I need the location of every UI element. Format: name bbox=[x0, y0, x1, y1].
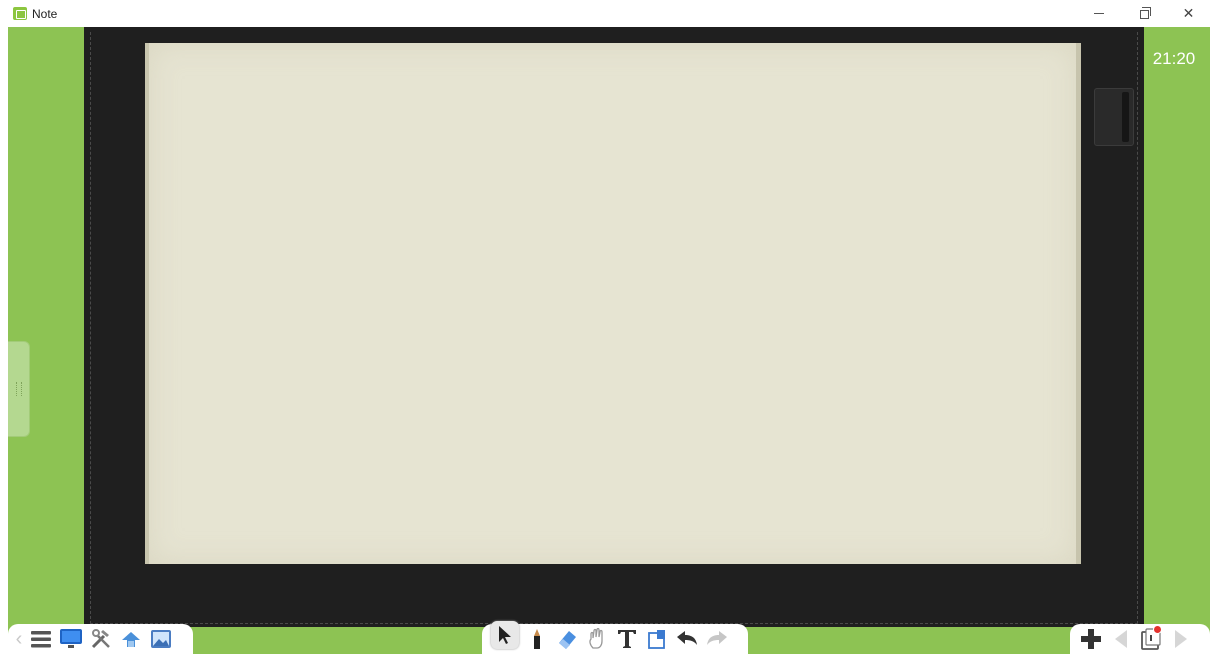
undo-button[interactable] bbox=[675, 627, 699, 651]
eraser-tool-button[interactable] bbox=[555, 627, 579, 651]
redo-icon bbox=[707, 631, 727, 645]
undo-icon bbox=[677, 631, 697, 645]
chevron-left-icon: ‹ bbox=[15, 627, 23, 650]
page-toolbar bbox=[1070, 624, 1210, 654]
main-menu-toolbar: ‹ bbox=[8, 624, 193, 654]
tools-button[interactable] bbox=[89, 627, 113, 651]
drawing-toolbar bbox=[482, 621, 748, 654]
notification-badge bbox=[1153, 625, 1162, 634]
restore-icon bbox=[1140, 7, 1151, 19]
eraser-icon bbox=[559, 631, 576, 649]
app-logo-icon bbox=[13, 7, 27, 20]
minimize-icon bbox=[1093, 13, 1104, 14]
window-title: Note bbox=[32, 7, 58, 21]
grip-icon bbox=[16, 382, 22, 396]
next-page-button[interactable] bbox=[1169, 627, 1193, 651]
text-tool-button[interactable] bbox=[615, 627, 639, 651]
pen-icon bbox=[534, 629, 540, 649]
minimize-button[interactable] bbox=[1076, 0, 1121, 27]
next-page-icon bbox=[1175, 630, 1187, 648]
menu-icon bbox=[31, 631, 51, 648]
shape-tool-button[interactable] bbox=[645, 627, 669, 651]
cursor-icon bbox=[499, 626, 511, 644]
hand-tool-button[interactable] bbox=[585, 627, 609, 651]
redo-button[interactable] bbox=[705, 627, 729, 651]
page-view-button[interactable] bbox=[1139, 625, 1163, 651]
add-page-icon bbox=[1081, 629, 1101, 649]
restore-button[interactable] bbox=[1122, 0, 1167, 27]
writing-canvas[interactable] bbox=[145, 43, 1081, 564]
pen-tool-button[interactable] bbox=[525, 627, 549, 651]
text-icon bbox=[618, 630, 636, 648]
image-icon bbox=[151, 630, 171, 648]
clock: 21:20 bbox=[1152, 49, 1196, 68]
side-panel-handle[interactable] bbox=[8, 341, 30, 437]
close-button[interactable]: ✕ bbox=[1166, 0, 1210, 27]
image-button[interactable] bbox=[149, 627, 173, 651]
collapse-toolbar-button[interactable]: ‹ bbox=[12, 627, 26, 651]
prev-page-button[interactable] bbox=[1109, 627, 1133, 651]
select-tool-button[interactable] bbox=[491, 621, 519, 649]
shape-icon bbox=[648, 630, 665, 649]
monitor-icon bbox=[60, 629, 82, 648]
add-page-button[interactable] bbox=[1079, 627, 1103, 651]
close-icon: ✕ bbox=[1182, 5, 1195, 21]
workspace: 21:20 bbox=[8, 27, 1210, 654]
screen-button[interactable] bbox=[59, 627, 83, 651]
pan-icon bbox=[122, 632, 140, 647]
page-bookmark-tab[interactable] bbox=[1094, 88, 1134, 146]
pan-button[interactable] bbox=[119, 627, 143, 651]
whiteboard-frame bbox=[84, 27, 1144, 627]
title-bar: Note ✕ bbox=[0, 0, 1210, 27]
menu-button[interactable] bbox=[29, 627, 53, 651]
hand-icon bbox=[589, 628, 603, 649]
prev-page-icon bbox=[1115, 630, 1127, 648]
tools-icon bbox=[91, 629, 110, 649]
